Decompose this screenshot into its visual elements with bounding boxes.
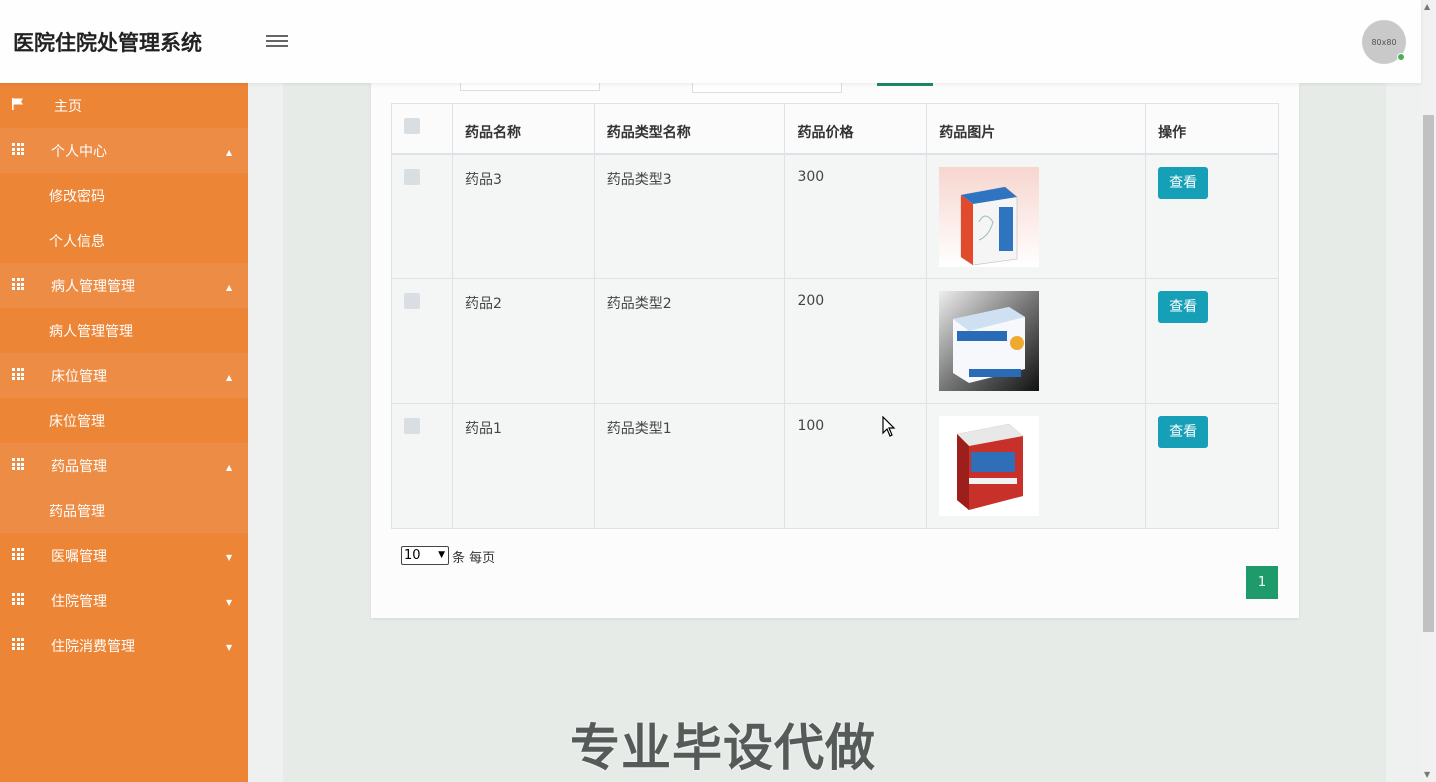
caret-up-icon: ▲	[226, 463, 233, 472]
sidebar-group-label: 病人管理管理	[51, 278, 135, 295]
medicine-image[interactable]	[939, 416, 1040, 516]
sidebar-group-label: 床位管理	[51, 368, 107, 385]
medicine-image-cell	[926, 403, 1147, 529]
sidebar: 主页 个人中心 ▲ 修改密码 个人信息 病人管理管理 ▲ 病人管理管理 床位管理…	[0, 83, 248, 782]
sidebar-item-label: 主页	[54, 98, 82, 115]
caret-up-icon: ▲	[226, 148, 233, 157]
caret-up-icon: ▲	[226, 283, 233, 292]
column-header: 操作	[1145, 103, 1279, 155]
column-header: 药品类型名称	[593, 103, 786, 155]
search-input-type[interactable]	[692, 83, 842, 93]
sidebar-group-bed-management[interactable]: 床位管理 ▲	[0, 353, 248, 398]
watermark: 专业毕设代做	[570, 719, 876, 777]
column-header: 药品价格	[784, 103, 928, 155]
sidebar-item-change-password[interactable]: 修改密码	[0, 173, 248, 218]
view-button[interactable]: 查看	[1158, 166, 1209, 199]
grid-icon	[12, 593, 25, 605]
page-button-current[interactable]: 1	[1246, 566, 1278, 599]
select-all-checkbox[interactable]	[404, 118, 420, 134]
table-row: 药品3 药品类型3 300 查看	[391, 153, 1279, 279]
table-row: 药品2 药品类型2 200 查看	[391, 278, 1279, 404]
medicine-image-cell	[926, 278, 1147, 404]
medicine-price: 100	[784, 403, 928, 529]
grid-icon	[12, 458, 25, 470]
view-button[interactable]: 查看	[1158, 416, 1209, 448]
sidebar-item-bed-management[interactable]: 床位管理	[0, 398, 248, 443]
sidebar-item-home[interactable]: 主页	[0, 83, 248, 128]
row-checkbox[interactable]	[404, 418, 420, 434]
sidebar-group-medicine-management[interactable]: 药品管理 ▲	[0, 443, 248, 488]
caret-down-icon: ▼	[226, 643, 233, 652]
page-size-label: 条 每页	[452, 551, 496, 566]
mouse-cursor-icon	[882, 416, 896, 437]
medicine-type: 药品类型1	[593, 403, 786, 529]
sidebar-group-label: 住院消费管理	[51, 638, 135, 655]
sidebar-item-patient-management[interactable]: 病人管理管理	[0, 308, 248, 353]
grid-icon	[12, 368, 25, 380]
caret-up-icon: ▲	[226, 373, 233, 382]
grid-icon	[12, 143, 25, 155]
page-size-select[interactable]: 10 ▼	[401, 546, 449, 565]
grid-icon	[12, 278, 25, 290]
sidebar-group-patient-management[interactable]: 病人管理管理 ▲	[0, 263, 248, 308]
sidebar-group-label: 医嘱管理	[51, 548, 107, 565]
column-header: 药品名称	[451, 103, 595, 155]
action-cell: 查看	[1145, 278, 1279, 404]
page-size-value: 10	[404, 548, 421, 563]
sidebar-group-personal-center[interactable]: 个人中心 ▲	[0, 128, 248, 173]
search-input-name[interactable]	[460, 83, 600, 91]
sidebar-group-label: 药品管理	[51, 458, 107, 475]
scroll-up-icon[interactable]: ▲	[1424, 2, 1430, 11]
medicine-type: 药品类型2	[593, 278, 786, 404]
sidebar-item-personal-info[interactable]: 个人信息	[0, 218, 248, 263]
menu-toggle-icon[interactable]	[266, 32, 288, 50]
table-row: 药品1 药品类型1 100 查看	[391, 403, 1279, 529]
scroll-down-icon[interactable]: ▼	[1424, 770, 1430, 779]
medicine-price: 200	[784, 278, 928, 404]
medicine-name: 药品1	[451, 403, 595, 529]
top-bar: 医院住院处管理系统 80x80	[0, 0, 1421, 83]
caret-down-icon: ▼	[226, 553, 233, 562]
view-button[interactable]: 查看	[1158, 291, 1209, 323]
sidebar-group-hospital-expenses[interactable]: 住院消费管理 ▼	[0, 623, 248, 668]
medicine-price: 300	[784, 153, 928, 279]
chevron-down-icon: ▼	[438, 550, 445, 560]
medicine-table: 药品名称 药品类型名称 药品价格 药品图片 操作 药品3 药品类型3 300 查…	[391, 103, 1279, 529]
flag-icon	[12, 98, 23, 110]
medicine-image[interactable]	[939, 166, 1040, 267]
caret-down-icon: ▼	[226, 598, 233, 607]
medicine-type: 药品类型3	[593, 153, 786, 279]
action-cell: 查看	[1145, 403, 1279, 529]
medicine-name: 药品3	[451, 153, 595, 279]
column-header: 药品图片	[926, 103, 1147, 155]
medicine-image-cell	[926, 153, 1147, 279]
row-checkbox[interactable]	[404, 168, 420, 185]
search-button[interactable]	[877, 83, 933, 86]
grid-icon	[12, 548, 25, 560]
sidebar-group-hospitalization[interactable]: 住院管理 ▼	[0, 578, 248, 623]
row-checkbox[interactable]	[404, 293, 420, 309]
sidebar-group-label: 住院管理	[51, 593, 107, 610]
sidebar-item-medicine-management[interactable]: 药品管理	[0, 488, 248, 533]
scrollbar-thumb[interactable]	[1423, 115, 1434, 632]
sidebar-group-label: 个人中心	[51, 143, 107, 160]
app-title: 医院住院处管理系统	[13, 31, 202, 55]
online-status-dot	[1397, 53, 1405, 61]
medicine-name: 药品2	[451, 278, 595, 404]
select-all-cell	[391, 103, 453, 155]
grid-icon	[12, 638, 25, 650]
medicine-image[interactable]	[939, 291, 1040, 391]
table-header-row: 药品名称 药品类型名称 药品价格 药品图片 操作	[391, 103, 1279, 155]
action-cell: 查看	[1145, 153, 1279, 279]
sidebar-group-medical-orders[interactable]: 医嘱管理 ▼	[0, 533, 248, 578]
